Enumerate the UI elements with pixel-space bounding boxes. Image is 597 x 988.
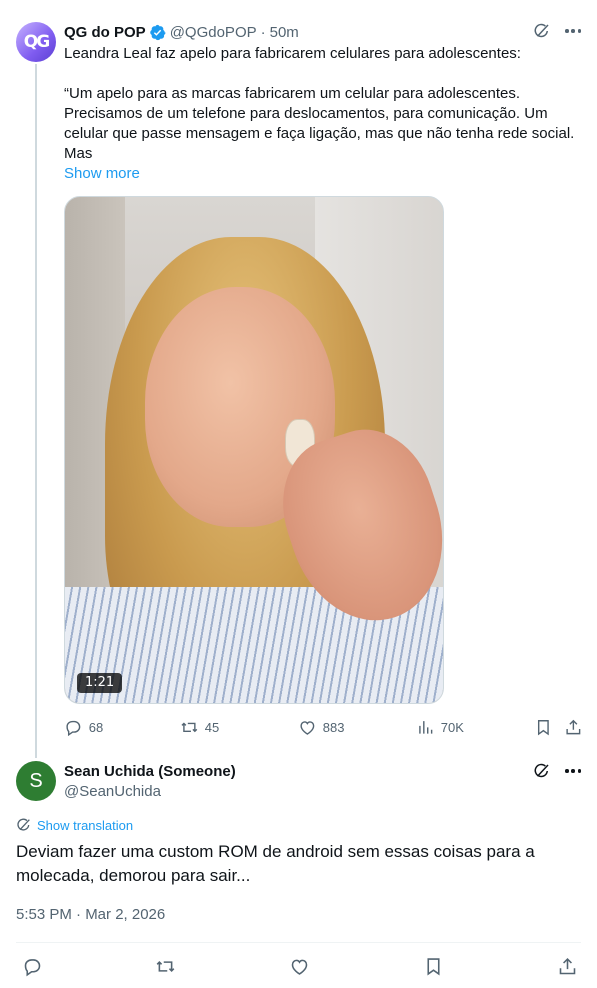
translate-icon bbox=[17, 818, 30, 831]
reply-button[interactable] bbox=[20, 954, 44, 978]
repost-count: 45 bbox=[204, 719, 220, 735]
grok-icon[interactable] bbox=[533, 762, 551, 780]
more-icon[interactable] bbox=[565, 22, 581, 40]
reply-top-actions bbox=[533, 762, 581, 780]
post-header: QG do POP @QGdoPOP · 50m bbox=[64, 22, 299, 42]
avatar-text: QG bbox=[23, 32, 50, 52]
reply-icon bbox=[24, 958, 40, 976]
bookmark-icon bbox=[537, 719, 549, 736]
post-text-line: Leandra Leal faz apelo para fabricarem c… bbox=[64, 45, 521, 62]
share-icon bbox=[566, 719, 581, 734]
author-avatar[interactable]: QG bbox=[16, 22, 56, 62]
author-name[interactable]: QG do POP bbox=[64, 24, 146, 41]
show-translation-link[interactable]: Show translation bbox=[16, 817, 133, 833]
reply-button[interactable]: 68 bbox=[64, 716, 103, 738]
bookmark-button[interactable] bbox=[421, 954, 445, 978]
share-button[interactable] bbox=[564, 716, 589, 738]
video-duration: 1:21 bbox=[77, 673, 123, 693]
views-button[interactable]: 70K bbox=[416, 716, 464, 738]
reply-timestamp[interactable]: 5:53 PM · Mar 2, 2026 bbox=[16, 905, 165, 925]
post-time[interactable]: 50m bbox=[270, 24, 299, 41]
thread-connector-line bbox=[35, 64, 37, 758]
separator: · bbox=[260, 23, 266, 41]
grok-icon[interactable] bbox=[533, 22, 551, 40]
share-icon bbox=[559, 957, 575, 974]
divider bbox=[16, 942, 581, 943]
reply-author-name[interactable]: Sean Uchida (Someone) bbox=[64, 762, 236, 782]
post-text: Leandra Leal faz apelo para fabricarem c… bbox=[64, 44, 589, 164]
like-icon bbox=[291, 959, 307, 975]
reply-action-bar bbox=[16, 954, 581, 978]
reply-author-handle[interactable]: @SeanUchida bbox=[64, 782, 161, 802]
reply-count: 68 bbox=[88, 719, 104, 735]
repost-button[interactable]: 45 bbox=[180, 716, 219, 738]
views-count: 70K bbox=[440, 719, 464, 735]
reply-text: Deviam fazer uma custom ROM de android s… bbox=[16, 842, 535, 885]
bookmark-icon bbox=[426, 957, 440, 975]
like-count: 883 bbox=[322, 719, 345, 735]
repost-button[interactable] bbox=[153, 954, 177, 978]
more-icon[interactable] bbox=[565, 762, 581, 780]
like-button[interactable] bbox=[287, 954, 311, 978]
bookmark-button[interactable] bbox=[534, 716, 559, 738]
post-top-actions bbox=[533, 22, 581, 40]
verified-badge-icon bbox=[149, 24, 166, 40]
views-icon bbox=[419, 720, 433, 734]
post-text-quote: “Um apelo para as marcas fabricarem um c… bbox=[64, 85, 575, 162]
post-action-bar: 68 45 883 70K bbox=[64, 716, 581, 738]
reply-icon bbox=[66, 720, 81, 736]
author-handle[interactable]: @QGdoPOP bbox=[170, 24, 257, 41]
show-more-link[interactable]: Show more bbox=[64, 164, 140, 184]
repost-icon bbox=[181, 722, 198, 732]
repost-icon bbox=[156, 960, 174, 972]
share-button[interactable] bbox=[555, 954, 579, 978]
show-translation-label: Show translation bbox=[37, 817, 134, 833]
reply-author-avatar[interactable]: S bbox=[16, 761, 56, 801]
like-button[interactable]: 883 bbox=[298, 716, 344, 738]
like-icon bbox=[300, 720, 315, 735]
video-player[interactable]: 1:21 bbox=[64, 196, 444, 704]
